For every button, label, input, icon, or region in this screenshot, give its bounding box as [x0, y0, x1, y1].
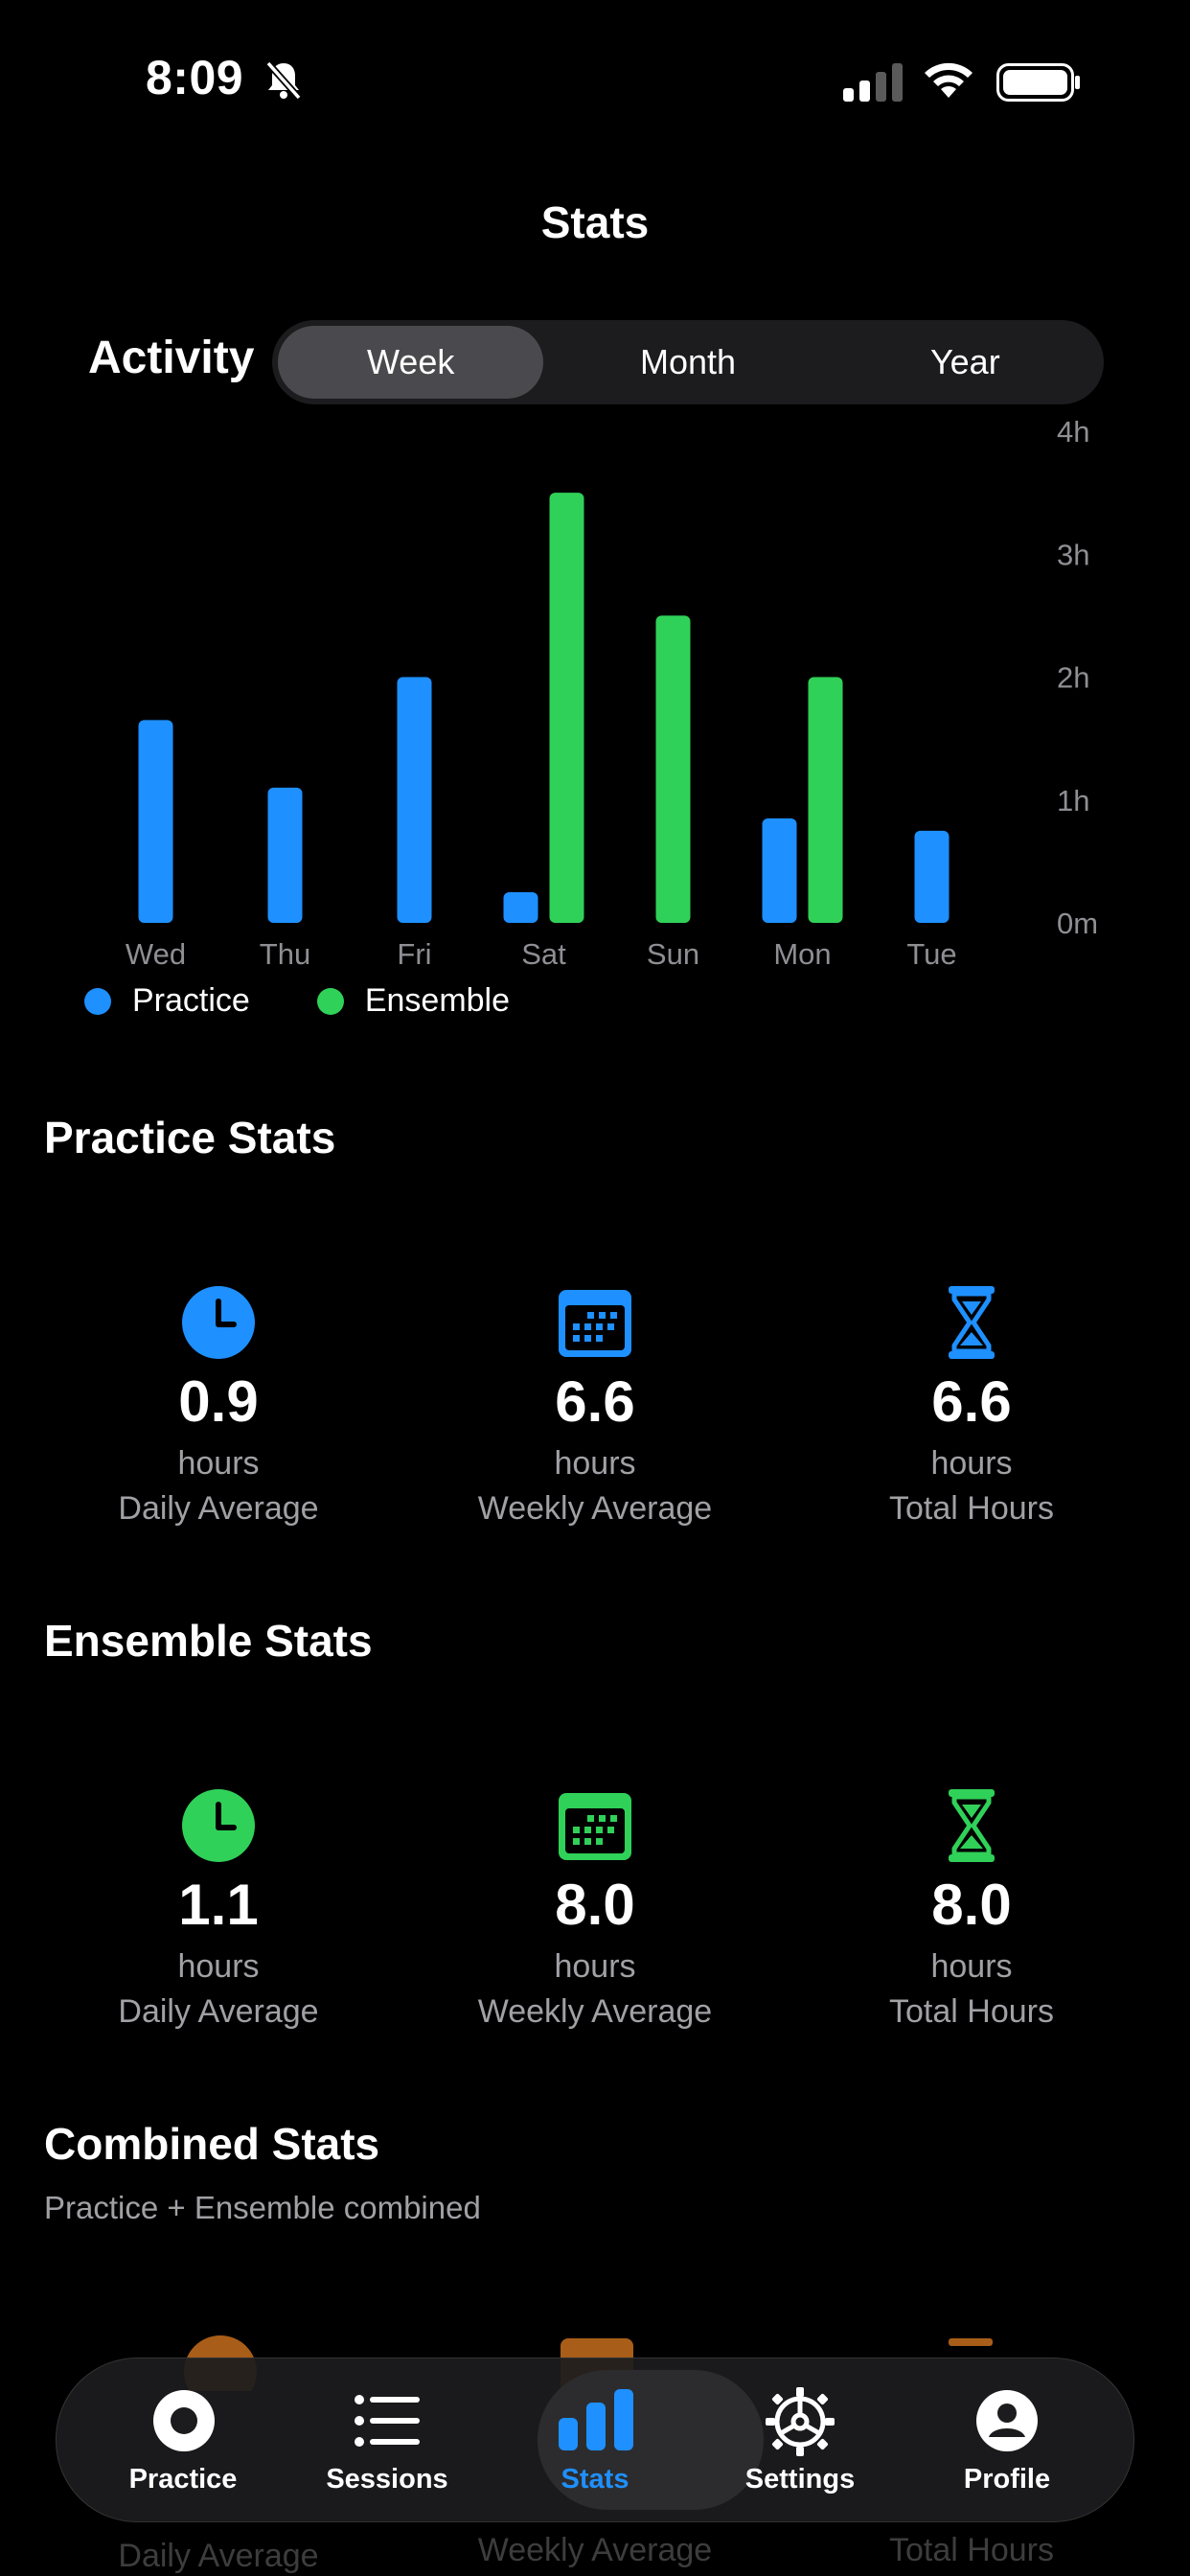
stat-unit: hours: [930, 1445, 1013, 1482]
stat-label: Total Hours: [889, 1490, 1054, 1527]
combined-stats-subtitle: Practice + Ensemble combined: [44, 2190, 481, 2225]
practice-weekly-average: 6.6 hours Weekly Average: [407, 1284, 783, 1528]
stat-label: Daily Average: [118, 1993, 319, 2030]
tab-practice-label: Practice: [128, 2464, 238, 2495]
x-tick-label: Tue: [906, 937, 956, 971]
ensemble-weekly-average: 8.0 hours Weekly Average: [407, 1787, 783, 2031]
page-title: Stats: [540, 197, 650, 247]
stat-label: Daily Average: [118, 1490, 319, 1527]
ensemble-daily-average: 1.1 hours Daily Average: [31, 1787, 406, 2031]
record-icon: [153, 2390, 215, 2451]
stat-value: 8.0: [931, 1873, 1012, 1937]
x-tick-label: Fri: [397, 937, 431, 971]
bar-practice-sat: [503, 891, 538, 923]
combined-weekly-average-label: Weekly Average: [477, 2532, 713, 2568]
x-tick-label: Wed: [126, 937, 186, 971]
wifi-icon: [925, 62, 973, 98]
x-tick-label: Mon: [773, 937, 831, 971]
stat-label: Total Hours: [889, 1993, 1054, 2030]
bar-practice-fri: [397, 677, 432, 923]
status-time: 8:09: [146, 51, 244, 104]
tab-profile-label: Profile: [963, 2464, 1051, 2495]
bar-ensemble-sun: [655, 615, 691, 923]
stat-value: 6.6: [555, 1369, 635, 1434]
legend-ensemble-label: Ensemble: [364, 982, 511, 1019]
combined-daily-average-label: Daily Average: [118, 2538, 319, 2574]
tab-sessions-label: Sessions: [326, 2464, 448, 2495]
stat-value: 6.6: [931, 1369, 1012, 1434]
calendar-icon: [559, 1290, 631, 1357]
practice-daily-average: 0.9 hours Daily Average: [31, 1284, 406, 1528]
segment-year[interactable]: Year: [833, 326, 1098, 399]
chart-legend: Practice Ensemble: [84, 982, 554, 1020]
segment-week[interactable]: Week: [278, 326, 544, 399]
x-tick-label: Sat: [521, 937, 566, 971]
bar-practice-mon: [762, 817, 797, 923]
stat-unit: hours: [177, 1948, 260, 1985]
legend-ensemble: Ensemble: [316, 982, 511, 1020]
bar-practice-wed: [138, 720, 173, 923]
clock-icon: [182, 1789, 255, 1862]
ensemble-stats-title: Ensemble Stats: [44, 1616, 373, 1666]
tab-stats[interactable]: Stats: [499, 2358, 691, 2521]
y-tick-label: 3h: [1057, 538, 1089, 571]
hourglass-icon: [949, 1789, 995, 1862]
clock-icon: [182, 1286, 255, 1359]
stat-unit: hours: [177, 1445, 260, 1482]
list-icon: [355, 2395, 420, 2447]
legend-practice-dot: [84, 987, 111, 1015]
battery-icon: [996, 63, 1080, 102]
hourglass-icon: [949, 1286, 995, 1359]
combined-stats-title: Combined Stats: [44, 2119, 380, 2169]
combined-total-hours-label: Total Hours: [889, 2532, 1054, 2568]
legend-ensemble-dot: [316, 987, 344, 1015]
legend-practice-label: Practice: [132, 982, 250, 1019]
stat-label: Weekly Average: [477, 1993, 713, 2030]
activity-label: Activity: [88, 333, 255, 383]
activity-bar-chart: 0m 1h 2h 3h 4h Wed Thu Fri Sat Sun Mon Tue: [126, 415, 1098, 971]
tab-profile[interactable]: Profile: [911, 2358, 1103, 2521]
tab-practice[interactable]: Practice: [87, 2358, 279, 2521]
bar-practice-tue: [914, 830, 950, 923]
calendar-icon: [559, 1793, 631, 1860]
tab-stats-label: Stats: [561, 2464, 629, 2495]
x-tick-label: Thu: [260, 937, 310, 971]
y-tick-label: 1h: [1057, 784, 1089, 817]
tab-bar: Practice Sessions Stats Settings Profile: [56, 2358, 1134, 2522]
period-segmented-control: Week Month Year: [272, 320, 1104, 404]
x-tick-label: Sun: [647, 937, 699, 971]
tab-settings[interactable]: Settings: [704, 2358, 896, 2521]
stat-label: Weekly Average: [477, 1490, 713, 1527]
person-icon: [976, 2390, 1038, 2451]
bar-practice-thu: [267, 787, 303, 923]
stat-unit: hours: [554, 1948, 636, 1985]
y-tick-label: 2h: [1057, 661, 1089, 695]
cellular-signal-icon: [843, 63, 903, 102]
bell-slash-icon: [265, 60, 302, 101]
practice-stats-title: Practice Stats: [44, 1113, 336, 1162]
segment-month[interactable]: Month: [555, 326, 820, 399]
stat-value: 1.1: [178, 1873, 259, 1937]
stat-value: 0.9: [178, 1369, 259, 1434]
stat-unit: hours: [930, 1948, 1013, 1985]
gear-icon: [766, 2387, 835, 2456]
bar-ensemble-sat: [549, 493, 584, 923]
practice-total-hours: 6.6 hours Total Hours: [784, 1284, 1159, 1528]
stat-unit: hours: [554, 1445, 636, 1482]
tab-settings-label: Settings: [744, 2464, 856, 2495]
bar-chart-icon: [559, 2389, 633, 2450]
y-tick-label: 4h: [1057, 415, 1089, 448]
y-tick-label: 0m: [1057, 907, 1098, 940]
legend-practice: Practice: [84, 982, 250, 1020]
stat-value: 8.0: [555, 1873, 635, 1937]
ensemble-total-hours: 8.0 hours Total Hours: [784, 1787, 1159, 2031]
tab-sessions[interactable]: Sessions: [291, 2358, 483, 2521]
bar-ensemble-mon: [808, 677, 843, 923]
